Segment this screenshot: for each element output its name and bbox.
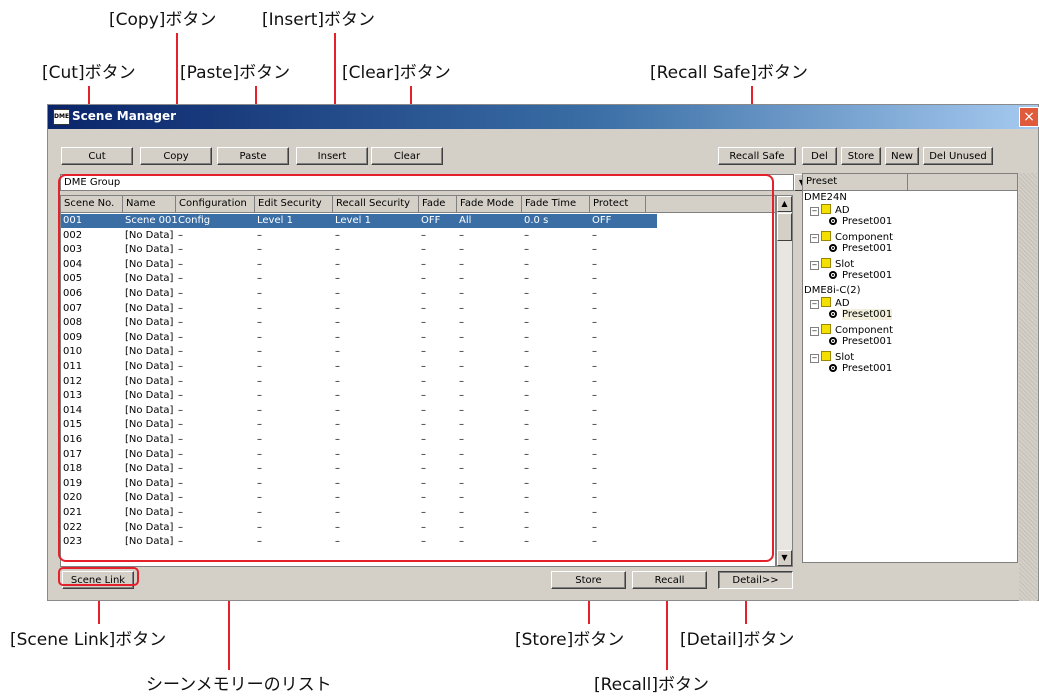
folder-icon: [821, 351, 831, 361]
paste-button[interactable]: Paste: [217, 147, 289, 165]
scroll-thumb[interactable]: [777, 213, 792, 241]
tree-preset[interactable]: Preset001: [829, 216, 892, 228]
scene-list-highlight: [58, 174, 774, 562]
callout-paste: [Paste]ボタン: [180, 63, 291, 83]
collapse-icon[interactable]: −: [810, 261, 819, 270]
tree-device[interactable]: DME24N: [804, 192, 847, 204]
collapse-icon[interactable]: −: [810, 354, 819, 363]
preset-new-button[interactable]: New: [885, 147, 919, 165]
tree-label: Preset001: [842, 270, 893, 281]
callout-insert: [Insert]ボタン: [262, 10, 376, 30]
tree-preset[interactable]: Preset001: [829, 336, 892, 348]
folder-icon: [821, 258, 831, 268]
callout-scene-link: [Scene Link]ボタン: [10, 630, 167, 650]
preset-del-button[interactable]: Del: [802, 147, 837, 165]
preset-radio-icon: [829, 271, 837, 279]
preset-radio-icon: [829, 310, 837, 318]
tree-preset[interactable]: Preset001: [829, 363, 892, 375]
tree-preset[interactable]: Preset001: [829, 270, 892, 282]
detail-button[interactable]: Detail>>: [718, 571, 793, 589]
close-icon[interactable]: ×: [1019, 107, 1039, 127]
copy-button[interactable]: Copy: [140, 147, 212, 165]
callout-clear: [Clear]ボタン: [342, 63, 451, 83]
callout-store: [Store]ボタン: [515, 630, 625, 650]
del-unused-button[interactable]: Del Unused: [923, 147, 993, 165]
folder-icon: [821, 204, 831, 214]
tree-device[interactable]: DME8i-C(2): [804, 285, 861, 297]
insert-button[interactable]: Insert: [296, 147, 368, 165]
preset-radio-icon: [829, 364, 837, 372]
tree-label: DME8i-C(2): [804, 285, 861, 296]
collapse-icon[interactable]: −: [810, 234, 819, 243]
folder-icon: [821, 231, 831, 241]
tree-label: Preset001: [842, 216, 893, 227]
callout-cut: [Cut]ボタン: [42, 63, 136, 83]
tree-label: Slot: [835, 352, 855, 363]
scroll-down-icon[interactable]: ▼: [777, 550, 792, 566]
callout-recall: [Recall]ボタン: [594, 675, 709, 695]
collapse-icon[interactable]: −: [810, 300, 819, 309]
tree-label: AD: [835, 298, 850, 309]
preset-radio-icon: [829, 217, 837, 225]
cut-button[interactable]: Cut: [61, 147, 133, 165]
tree-label: AD: [835, 205, 850, 216]
folder-icon: [821, 324, 831, 334]
tree-label: Component: [835, 232, 894, 243]
preset-radio-icon: [829, 244, 837, 252]
scene-link-highlight: [58, 567, 139, 586]
recall-safe-button[interactable]: Recall Safe: [718, 147, 796, 165]
tree-label: DME24N: [804, 192, 847, 203]
store-button[interactable]: Store: [551, 571, 626, 589]
callout-scene-list: シーンメモリーのリスト: [146, 675, 332, 695]
recall-button[interactable]: Recall: [632, 571, 707, 589]
preset-radio-icon: [829, 337, 837, 345]
collapse-icon[interactable]: −: [810, 327, 819, 336]
tree-label: Component: [835, 325, 894, 336]
collapse-icon[interactable]: −: [810, 207, 819, 216]
window-title: Scene Manager: [72, 109, 177, 123]
tree-label: Preset001: [842, 336, 893, 347]
tree-label: Preset001: [842, 309, 893, 320]
title-bar: DME Scene Manager ×: [48, 105, 1039, 129]
preset-header-filler: [908, 174, 1017, 191]
callout-detail: [Detail]ボタン: [680, 630, 795, 650]
tree-label: Slot: [835, 259, 855, 270]
callout-copy: [Copy]ボタン: [109, 10, 217, 30]
tree-preset[interactable]: Preset001: [829, 309, 893, 321]
folder-icon: [821, 297, 831, 307]
tree-label: Preset001: [842, 243, 893, 254]
preset-panel-edge: [1019, 173, 1037, 601]
tree-label: Preset001: [842, 363, 893, 374]
clear-button[interactable]: Clear: [371, 147, 443, 165]
scene-list-scrollbar[interactable]: ▲ ▼: [776, 195, 793, 567]
preset-panel[interactable]: Preset DME24N − AD Preset001− Component Prese…: [802, 173, 1018, 563]
scroll-up-icon[interactable]: ▲: [777, 196, 792, 212]
tree-preset[interactable]: Preset001: [829, 243, 892, 255]
preset-store-button[interactable]: Store: [841, 147, 881, 165]
dme-app-icon: DME: [53, 109, 70, 125]
preset-header: Preset: [803, 174, 908, 191]
callout-recall-safe: [Recall Safe]ボタン: [650, 63, 809, 83]
